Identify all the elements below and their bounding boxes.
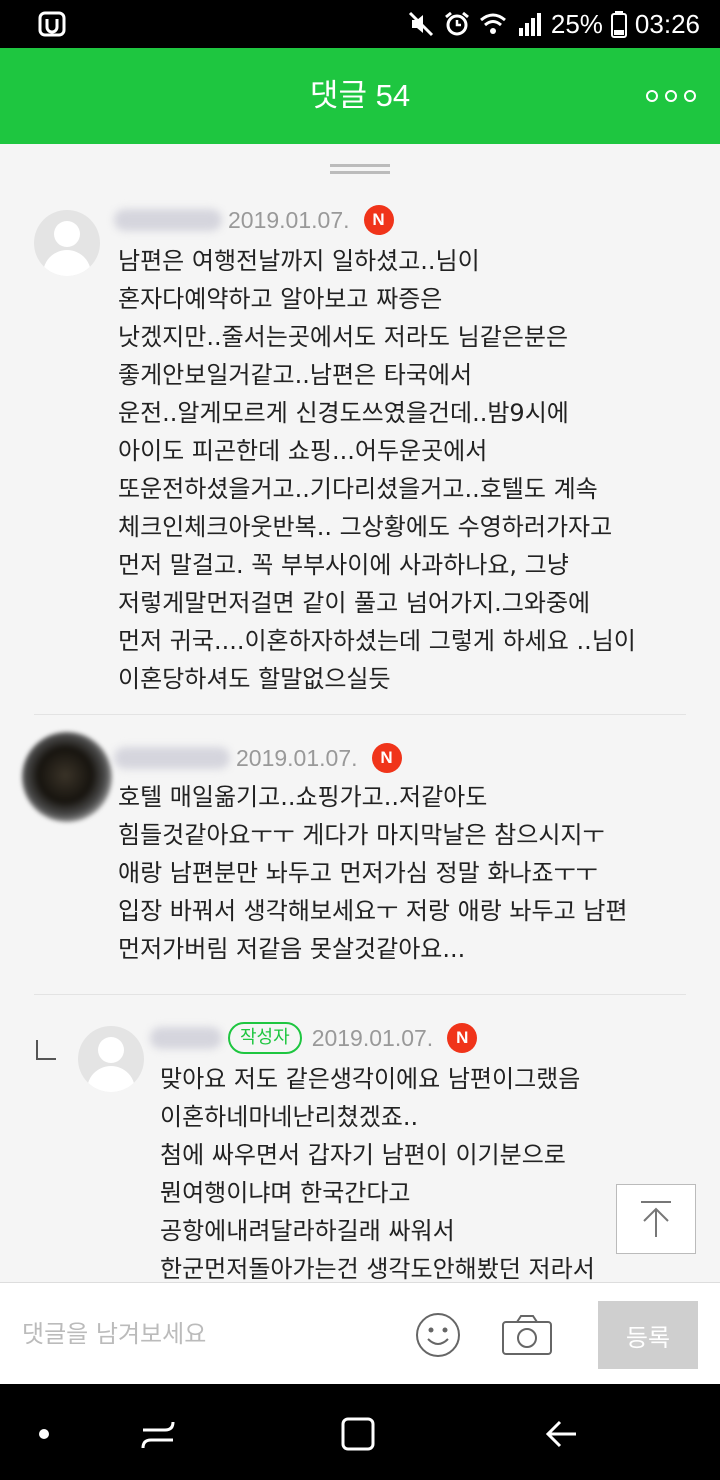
status-bar: 25% 03:26 (0, 0, 720, 48)
signal-icon (518, 13, 541, 36)
new-badge: N (371, 743, 402, 773)
header-bar: 댓글 54 (0, 48, 720, 144)
reply-item: 작성자 2019.01.07. N 맞아요 저도 같은생각이에요 남편이그랬음 … (0, 994, 720, 1282)
app-notification-icon (38, 11, 66, 37)
avatar[interactable] (34, 210, 100, 276)
comment-date: 2019.01.07. (228, 206, 350, 233)
reply-indicator-icon (36, 1040, 56, 1060)
status-time: 03:26 (634, 8, 700, 39)
author-badge: 작성자 (228, 1022, 302, 1054)
avatar[interactable] (78, 1026, 144, 1092)
blurred-username[interactable] (114, 747, 230, 769)
comment-item: 2019.01.07. N 남편은 여행전날까지 일하셨고..님이 혼자다예약하… (0, 144, 720, 714)
avatar[interactable] (22, 732, 112, 822)
recent-apps-icon[interactable] (138, 1414, 178, 1454)
comment-input[interactable] (22, 1309, 382, 1359)
battery-icon (610, 11, 627, 38)
comment-text: 남편은 여행전날까지 일하셨고..님이 혼자다예약하고 알아보고 짜증은 낫겠지… (118, 247, 636, 693)
comment-input-bar: 등록 (0, 1282, 720, 1384)
camera-icon[interactable] (500, 1313, 554, 1357)
comment-date: 2019.01.07. (236, 744, 358, 771)
comment-meta: 작성자 2019.01.07. N (150, 1018, 478, 1058)
system-nav-bar (0, 1384, 720, 1480)
home-icon[interactable] (338, 1414, 378, 1454)
scroll-to-top-button[interactable] (616, 1184, 696, 1254)
page-title: 댓글 54 (309, 78, 411, 113)
more-options-button[interactable] (646, 78, 696, 114)
mute-icon (408, 11, 433, 37)
dot-icon (39, 1429, 49, 1439)
arrow-up-icon (641, 1201, 671, 1237)
comment-meta: 2019.01.07. N (114, 200, 394, 240)
comment-item: 2019.01.07. N 호텔 매일옮기고..쇼핑가고..저같아도 힘들것같아… (0, 714, 720, 994)
more-dots-icon (646, 90, 658, 102)
back-icon[interactable] (540, 1414, 580, 1454)
comment-date: 2019.01.07. (311, 1024, 434, 1051)
emoji-icon[interactable] (414, 1311, 462, 1359)
comment-text: 호텔 매일옮기고..쇼핑가고..저같아도 힘들것같아요ㅜㅜ 게다가 마지막날은 … (118, 783, 628, 963)
blurred-username[interactable] (150, 1027, 222, 1049)
comment-list[interactable]: 2019.01.07. N 남편은 여행전날까지 일하셨고..님이 혼자다예약하… (0, 144, 720, 1282)
register-button[interactable]: 등록 (598, 1301, 698, 1369)
wifi-icon (479, 13, 506, 34)
new-badge: N (447, 1023, 478, 1053)
battery-percent: 25% (550, 8, 603, 39)
comment-meta: 2019.01.07. N (114, 738, 402, 778)
new-badge: N (363, 205, 394, 235)
blurred-username[interactable] (114, 209, 222, 231)
alarm-icon (444, 11, 469, 36)
